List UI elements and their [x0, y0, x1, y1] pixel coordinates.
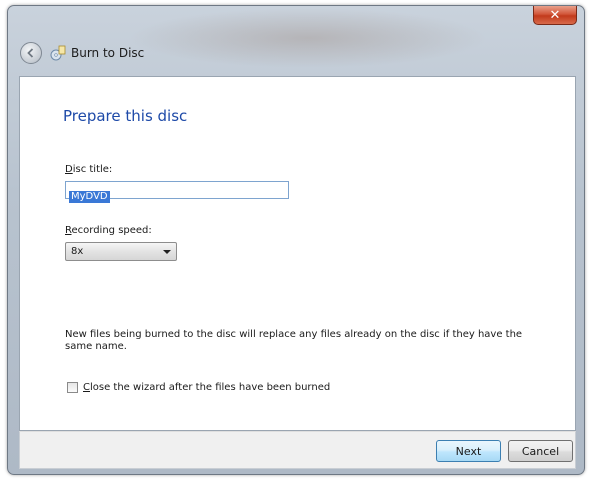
recording-speed-select[interactable]: 8x	[65, 242, 177, 261]
burn-to-disc-window: ✕ Burn to Disc Prepare this disc Disc ti…	[7, 5, 585, 475]
chevron-down-icon	[163, 250, 171, 254]
close-wizard-checkbox[interactable]	[67, 382, 78, 393]
window-title: Burn to Disc	[71, 46, 145, 60]
next-button[interactable]: Next	[436, 440, 501, 462]
wizard-content: Prepare this disc Disc title: MyDVD Reco…	[19, 76, 576, 431]
disc-title-input[interactable]: MyDVD	[65, 181, 289, 203]
back-button[interactable]	[20, 42, 42, 64]
replace-files-notice: New files being burned to the disc will …	[65, 329, 523, 352]
burn-disc-icon	[50, 45, 66, 61]
title-bar-background	[128, 8, 488, 68]
button-bar: Next Cancel	[19, 431, 576, 469]
back-arrow-icon	[27, 48, 34, 58]
page-title: Prepare this disc	[63, 107, 188, 125]
recording-speed-label: Recording speed:	[65, 225, 152, 236]
close-icon: ✕	[549, 7, 561, 23]
disc-title-label: Disc title:	[65, 164, 113, 175]
close-button[interactable]: ✕	[533, 6, 577, 25]
close-wizard-label[interactable]: Close the wizard after the files have be…	[83, 382, 330, 393]
cancel-button[interactable]: Cancel	[508, 440, 573, 462]
disc-title-value: MyDVD	[69, 191, 110, 203]
recording-speed-value: 8x	[71, 246, 84, 257]
